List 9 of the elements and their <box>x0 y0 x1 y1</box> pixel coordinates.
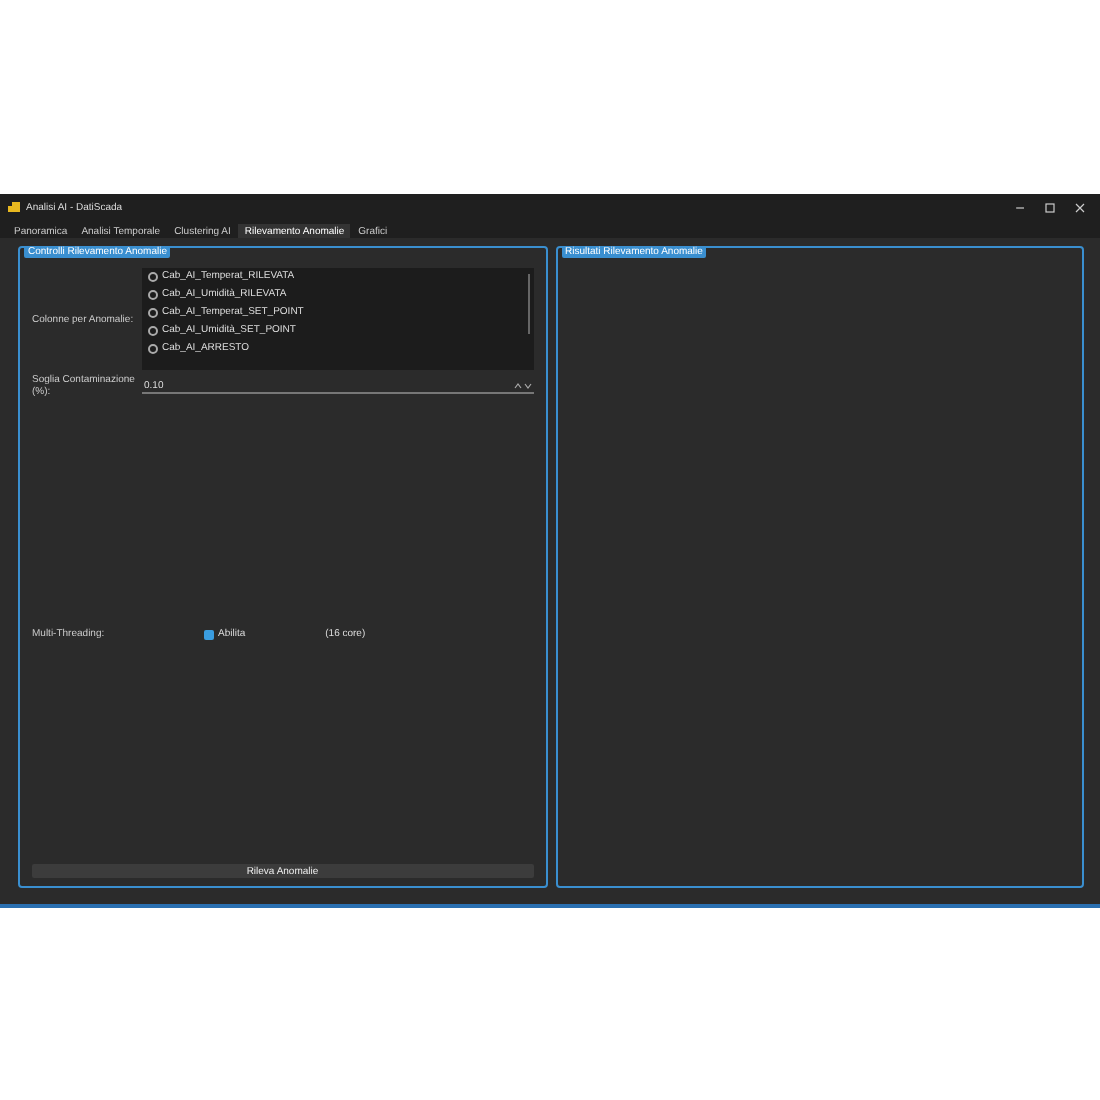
checkbox[interactable] <box>204 629 214 639</box>
app-icon <box>8 202 20 212</box>
radio-button[interactable] <box>148 289 158 299</box>
scrollbar[interactable] <box>527 274 529 334</box>
radio-button[interactable] <box>148 271 158 281</box>
radio-button[interactable] <box>148 325 158 335</box>
spin-arrows-icon[interactable] <box>513 381 531 389</box>
radio-button[interactable] <box>148 343 158 353</box>
radio-button[interactable] <box>148 307 158 317</box>
